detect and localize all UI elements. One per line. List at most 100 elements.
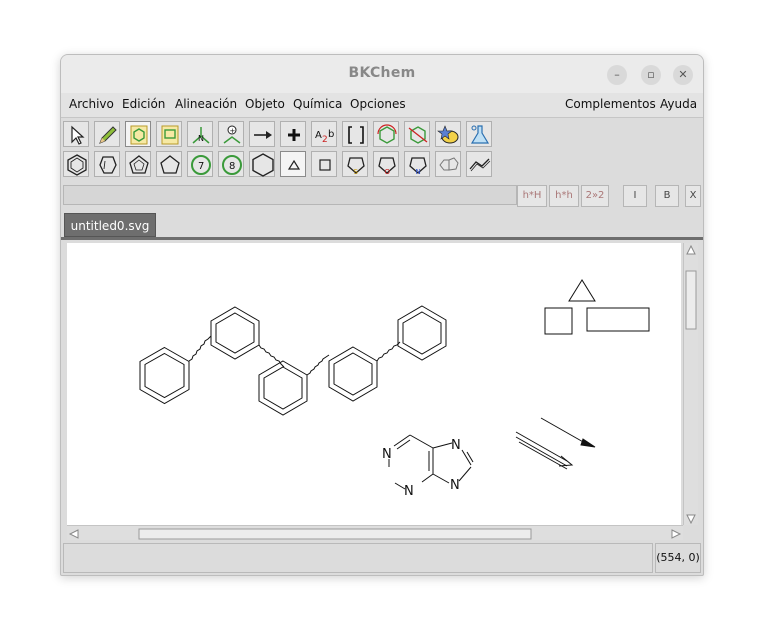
benzene-ring-d: [328, 346, 378, 402]
style-btn-1[interactable]: h*H: [517, 185, 547, 207]
wavy-bond-bc: [258, 344, 285, 368]
misc-mode-button[interactable]: [466, 121, 492, 147]
plus-icon: [288, 129, 300, 141]
menu-opciones[interactable]: Opciones: [350, 97, 406, 111]
property-bar: [63, 185, 517, 205]
italic-button[interactable]: I: [623, 185, 647, 207]
plus-mode-button[interactable]: [280, 121, 306, 147]
rectangle-shape: [586, 307, 650, 332]
ring7-icon: 7: [191, 155, 211, 175]
wavy-bond-ab: [188, 335, 212, 362]
hscroll-arrows: [68, 528, 682, 540]
vertical-scrollbar[interactable]: [683, 243, 698, 525]
benzene-icon: [67, 154, 87, 176]
charge-plus-icon: +: [223, 125, 241, 144]
title-bar: BKChem – ▫ ✕: [61, 55, 703, 94]
svg-text:O: O: [385, 168, 391, 176]
template-hexagon-button[interactable]: [249, 151, 275, 177]
furan-icon: O: [378, 157, 396, 176]
select-mode-button[interactable]: [63, 121, 89, 147]
tab-underline: [61, 237, 703, 240]
menu-alineacion[interactable]: Alineación: [175, 97, 237, 111]
template-mode-button[interactable]: [125, 121, 151, 147]
menu-complementos[interactable]: Complementos: [565, 97, 656, 111]
wavy-bond-cd: [306, 354, 330, 376]
horizontal-scrollbar[interactable]: [67, 525, 683, 540]
svg-text:+: +: [230, 127, 236, 135]
svg-text:b: b: [328, 129, 334, 140]
template-triangle-button[interactable]: [280, 151, 306, 177]
text-sub-super-icon: A2b: [315, 129, 334, 145]
template-benzene-button[interactable]: [63, 151, 89, 177]
template-furan-button[interactable]: O: [373, 151, 399, 177]
hexagon-icon: [252, 153, 274, 177]
atom-label-n9: N: [450, 478, 460, 493]
vector-mode-button[interactable]: [435, 121, 461, 147]
benzene-ring-e: [397, 305, 447, 361]
template-chain-button[interactable]: [466, 151, 492, 177]
vscroll-arrows: [685, 244, 697, 525]
drawing-canvas[interactable]: N N N N: [67, 243, 681, 525]
svg-text:N: N: [416, 168, 421, 176]
menu-bar: Archivo Edición Alineación Objeto Químic…: [61, 93, 703, 118]
benzene-ring-a: [139, 346, 190, 405]
maximize-button[interactable]: ▫: [641, 65, 661, 85]
reaction-arrow-icon: [254, 131, 272, 139]
draw-mode-button[interactable]: [94, 121, 120, 147]
pencil-draw-icon: [99, 126, 117, 144]
indole-icon: [439, 157, 459, 171]
svg-text:A: A: [315, 130, 322, 141]
benzene-ring-c: [258, 360, 308, 416]
charge-mode-button[interactable]: +: [218, 121, 244, 147]
menu-edicion[interactable]: Edición: [122, 97, 165, 111]
vector-icon: [437, 125, 459, 144]
bold-button[interactable]: B: [655, 185, 679, 207]
minimize-icon: –: [614, 68, 620, 81]
template-indole-button[interactable]: [435, 151, 461, 177]
user-template-button[interactable]: [156, 121, 182, 147]
style-btn-2[interactable]: h*h: [549, 185, 579, 207]
bond-n-icon: N: [192, 127, 210, 144]
template-pyrrole-button[interactable]: N: [404, 151, 430, 177]
cyclopentadiene-icon: [99, 156, 117, 174]
rotate-mode-button[interactable]: [373, 121, 399, 147]
coordinates-readout: (554, 0): [655, 543, 701, 573]
template-icon: [130, 125, 148, 145]
arrow-mode-button[interactable]: [249, 121, 275, 147]
atom-label-n7: N: [451, 438, 461, 453]
flask-icon: [470, 125, 490, 144]
bond-align-button[interactable]: [404, 121, 430, 147]
menu-objeto[interactable]: Objeto: [245, 97, 285, 111]
clear-style-button[interactable]: X: [685, 185, 701, 207]
app-window: BKChem – ▫ ✕ Archivo Edición Alineación …: [60, 54, 704, 576]
menu-ayuda[interactable]: Ayuda: [660, 97, 697, 111]
canvas-drawing: N N N N: [139, 279, 650, 499]
template-pentagon-button[interactable]: [156, 151, 182, 177]
user-template-icon: [161, 125, 179, 145]
minimize-button[interactable]: –: [607, 65, 627, 85]
template-ring7-button[interactable]: 7: [187, 151, 213, 177]
pentagon-icon: [160, 155, 180, 174]
close-icon: ✕: [678, 68, 688, 81]
subscript-button[interactable]: 2»2: [581, 185, 609, 207]
atom-label-n1: N: [382, 447, 392, 462]
svg-text:7: 7: [198, 161, 204, 172]
menu-archivo[interactable]: Archivo: [69, 97, 114, 111]
pentagon-double-icon: [129, 155, 149, 174]
benzene-ring-b: [210, 306, 260, 360]
pyrrole-icon: N: [409, 157, 427, 176]
svg-text:S: S: [354, 168, 359, 176]
text-mode-button[interactable]: A2b: [311, 121, 337, 147]
template-ring8-button[interactable]: 8: [218, 151, 244, 177]
tab-untitled0[interactable]: untitled0.svg: [64, 213, 156, 237]
template-cyclopentadiene-button[interactable]: [94, 151, 120, 177]
close-button[interactable]: ✕: [673, 65, 693, 85]
template-thiophene-button[interactable]: S: [342, 151, 368, 177]
atom-mode-button[interactable]: N: [187, 121, 213, 147]
menu-quimica[interactable]: Química: [293, 97, 342, 111]
template-square-button[interactable]: [311, 151, 337, 177]
atom-label-n3: N: [404, 484, 414, 499]
template-pentagon2-button[interactable]: [125, 151, 151, 177]
chain-icon: [469, 158, 491, 172]
bracket-mode-button[interactable]: [342, 121, 368, 147]
